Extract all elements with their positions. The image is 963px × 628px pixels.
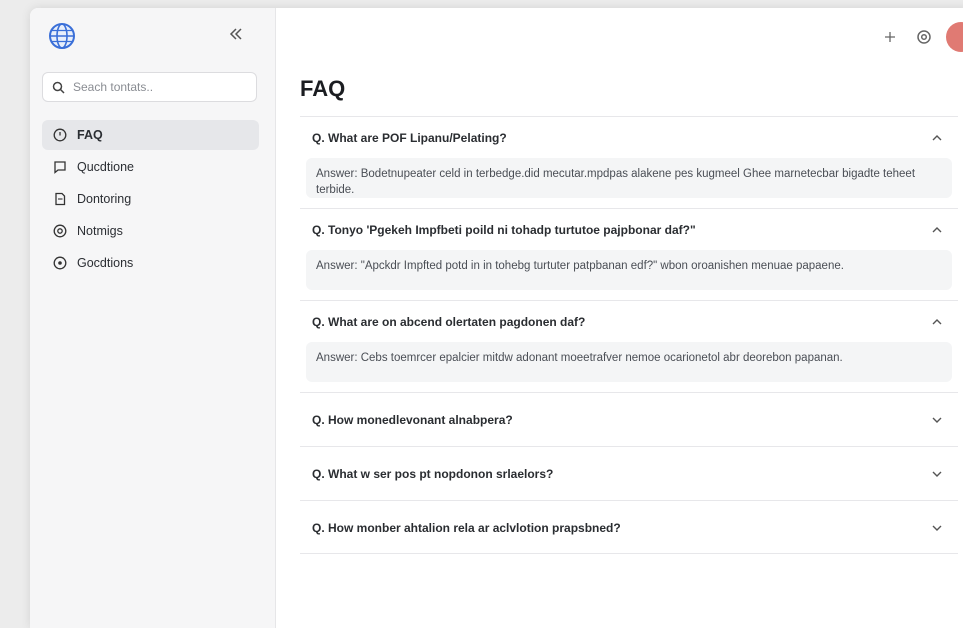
faq-list: Q. What are POF Lipanu/Pelating? Answer:… xyxy=(300,116,958,554)
chevron-up-icon[interactable] xyxy=(930,131,944,145)
faq-question-toggle[interactable]: Q. Tonyo 'Pgekeh Impfbeti poild ni tohad… xyxy=(300,209,958,250)
collapse-sidebar-icon[interactable] xyxy=(225,26,247,48)
sidebar-item-label: FAQ xyxy=(77,128,103,142)
sidebar-item-questions-2[interactable]: Gocdtions xyxy=(42,248,259,278)
faq-item: Q. What are on abcend olertaten pagdonen… xyxy=(300,300,958,382)
gear-icon[interactable] xyxy=(910,23,938,51)
sidebar-item-questions[interactable]: Qucdtione xyxy=(42,152,259,182)
faq-question-toggle[interactable]: Q. How monedlevonant alnabpera? xyxy=(300,393,958,447)
chevron-down-icon[interactable] xyxy=(930,467,944,481)
sidebar-item-label: Qucdtione xyxy=(77,160,134,174)
sidebar-item-documents[interactable]: Dontoring xyxy=(42,184,259,214)
search-icon xyxy=(52,81,65,94)
chevron-up-icon[interactable] xyxy=(930,223,944,237)
faq-question: Q. What are on abcend olertaten pagdonen… xyxy=(312,314,586,329)
sidebar-item-label: Gocdtions xyxy=(77,256,134,270)
faq-item: Q. How monedlevonant alnabpera? xyxy=(300,392,958,446)
sidebar: FAQ Qucdtione Dontoring Notmigs xyxy=(30,8,276,628)
faq-question: Q. Tonyo 'Pgekeh Impfbeti poild ni tohad… xyxy=(312,222,696,237)
chevron-down-icon[interactable] xyxy=(930,521,944,535)
chat-square-icon xyxy=(52,159,68,175)
chevron-up-icon[interactable] xyxy=(930,315,944,329)
faq-question: Q. What are POF Lipanu/Pelating? xyxy=(312,130,507,145)
help-circle-icon xyxy=(52,127,68,143)
faq-question: Q. What w ser pos pt nopdonon srlaelors? xyxy=(312,467,554,481)
sidebar-item-faq[interactable]: FAQ xyxy=(42,120,259,150)
document-icon xyxy=(52,191,68,207)
chevron-down-icon[interactable] xyxy=(930,413,944,427)
faq-answer: Answer: "Apckdr Impfted potd in in toheb… xyxy=(306,250,952,290)
at-sign-icon xyxy=(52,223,68,239)
globe-logo-icon[interactable] xyxy=(48,22,76,50)
faq-answer: Answer: Cebs toemrcer epalcier mitdw ado… xyxy=(306,342,952,382)
sidebar-item-label: Dontoring xyxy=(77,192,132,206)
faq-item: Q. How monber ahtalion rela ar aclvlotio… xyxy=(300,500,958,554)
faq-question: Q. How monber ahtalion rela ar aclvlotio… xyxy=(312,521,621,535)
faq-question-toggle[interactable]: Q. What are on abcend olertaten pagdonen… xyxy=(300,301,958,342)
app-window: FAQ Qucdtione Dontoring Notmigs xyxy=(30,8,963,628)
faq-question: Q. How monedlevonant alnabpera? xyxy=(312,413,513,427)
sidebar-item-label: Notmigs xyxy=(77,224,123,238)
sidebar-nav: FAQ Qucdtione Dontoring Notmigs Gocdtion… xyxy=(42,120,259,280)
sidebar-item-settings[interactable]: Notmigs xyxy=(42,216,259,246)
faq-question-toggle[interactable]: Q. What w ser pos pt nopdonon srlaelors? xyxy=(300,447,958,501)
search-input[interactable] xyxy=(71,79,245,95)
search-box[interactable] xyxy=(42,72,257,102)
page-title: FAQ xyxy=(300,76,346,101)
main-content: FAQ Q. What are POF Lipanu/Pelating? Ans… xyxy=(276,8,963,628)
top-actions xyxy=(876,22,963,52)
faq-answer: Answer: Bodetnupeater celd in terbedge.d… xyxy=(306,158,952,198)
faq-item: Q. What w ser pos pt nopdonon srlaelors? xyxy=(300,446,958,500)
circle-dot-icon xyxy=(52,255,68,271)
faq-question-toggle[interactable]: Q. How monber ahtalion rela ar aclvlotio… xyxy=(300,501,958,555)
faq-item: Q. What are POF Lipanu/Pelating? Answer:… xyxy=(300,116,958,198)
plus-icon[interactable] xyxy=(876,23,904,51)
avatar[interactable] xyxy=(946,22,963,52)
faq-item: Q. Tonyo 'Pgekeh Impfbeti poild ni tohad… xyxy=(300,208,958,290)
faq-question-toggle[interactable]: Q. What are POF Lipanu/Pelating? xyxy=(300,117,958,158)
